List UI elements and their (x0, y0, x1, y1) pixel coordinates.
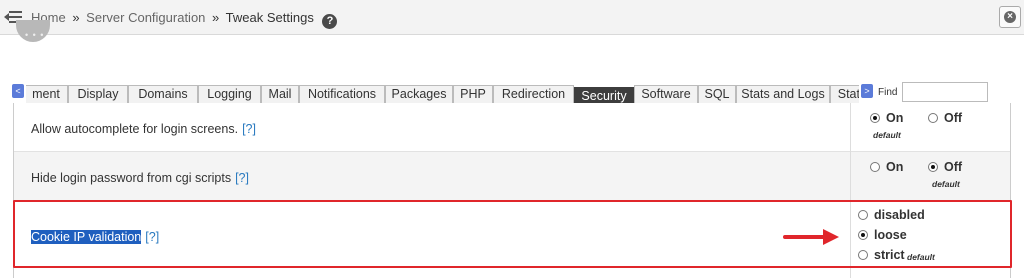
tab-stats[interactable]: Stats (830, 85, 859, 103)
setting-row: Allow autocomplete for login screens. [?]… (14, 103, 1010, 152)
tab-domains[interactable]: Domains (128, 85, 198, 103)
annotation-arrow (783, 235, 825, 239)
close-button[interactable]: × (999, 6, 1021, 28)
setting-label: Allow autocomplete for login screens. [?] (31, 122, 256, 136)
breadcrumb: Home » Server Configuration » Tweak Sett… (31, 10, 338, 29)
annotation-callout-box (13, 200, 1012, 268)
tab-php[interactable]: PHP (453, 85, 493, 103)
find-label: Find (878, 87, 898, 98)
default-note: default (932, 179, 960, 189)
tab-scroll-left-button[interactable]: < (12, 84, 24, 98)
help-circle-icon[interactable]: ? (322, 14, 338, 29)
tab-logging[interactable]: Logging (198, 85, 261, 103)
tab-strip: < ment Display Domains Logging Mail Noti… (12, 82, 1012, 103)
tab-list: ment Display Domains Logging Mail Notifi… (26, 85, 859, 103)
radio-button[interactable] (928, 113, 938, 123)
breadcrumb-separator: » (212, 10, 220, 25)
tab-redirection[interactable]: Redirection (493, 85, 574, 103)
tab-display[interactable]: Display (68, 85, 128, 103)
tab-software[interactable]: Software (634, 85, 698, 103)
close-circle-icon: × (1004, 11, 1016, 23)
radio-button[interactable] (928, 162, 938, 172)
annotation-arrow-head (823, 229, 839, 245)
tab-packages[interactable]: Packages (385, 85, 453, 103)
default-note: default (873, 130, 901, 140)
radio-button[interactable] (870, 162, 880, 172)
page-title: Tweak Settings (225, 10, 314, 25)
breadcrumb-separator: » (72, 10, 80, 25)
radio-on[interactable]: On (870, 111, 903, 125)
tab-mail[interactable]: Mail (261, 85, 299, 103)
radio-button[interactable] (870, 113, 880, 123)
radio-off[interactable]: Off (928, 111, 962, 125)
find-input[interactable] (902, 82, 988, 102)
tab-scroll-right-button[interactable]: > (861, 84, 873, 98)
avatar: • • • (16, 20, 50, 42)
tab-sql[interactable]: SQL (698, 85, 736, 103)
setting-row: Hide login password from cgi scripts [?] … (14, 152, 1010, 201)
help-link[interactable]: [?] (235, 171, 249, 185)
tab-notifications[interactable]: Notifications (299, 85, 385, 103)
setting-label: Hide login password from cgi scripts [?] (31, 171, 249, 185)
help-link[interactable]: [?] (242, 122, 256, 136)
tab-security[interactable]: Security (574, 87, 634, 103)
tab-management[interactable]: ment (26, 85, 68, 103)
radio-on[interactable]: On (870, 160, 903, 174)
breadcrumb-server-configuration-link[interactable]: Server Configuration (86, 10, 205, 25)
radio-off[interactable]: Off (928, 160, 962, 174)
tab-stats-and-logs[interactable]: Stats and Logs (736, 85, 830, 103)
top-bar: Home » Server Configuration » Tweak Sett… (0, 0, 1024, 35)
